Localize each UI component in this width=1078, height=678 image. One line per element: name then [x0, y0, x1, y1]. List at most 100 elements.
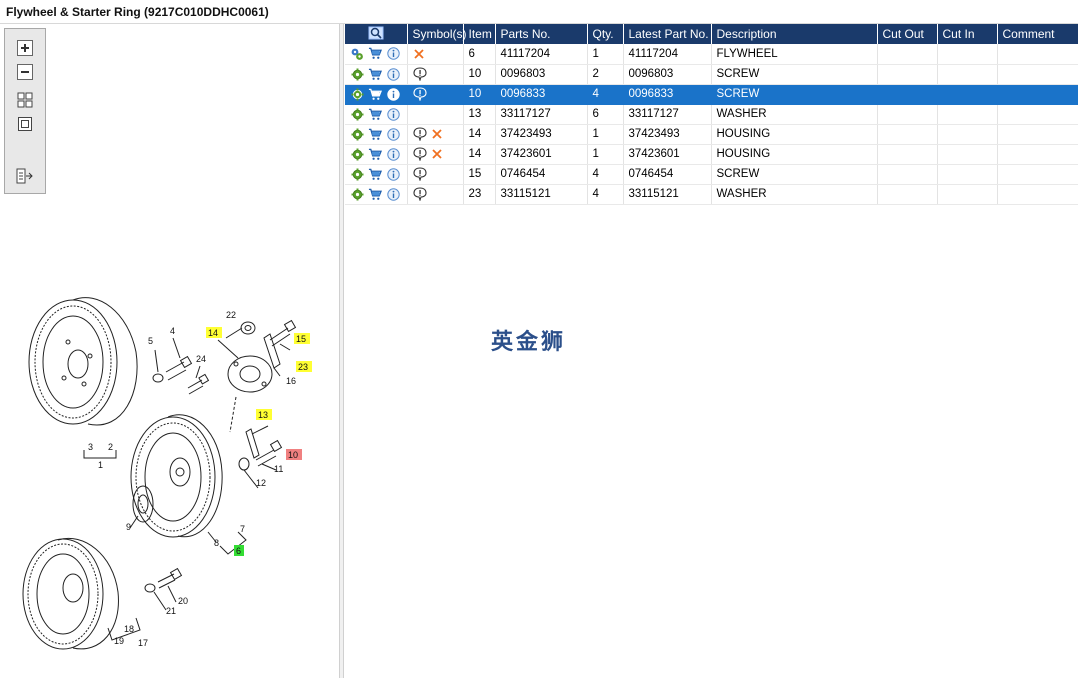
table-row[interactable]: 13 33117127 6 33117127 WASHER — [345, 104, 1078, 125]
info-button[interactable] — [386, 67, 400, 81]
configure-button[interactable] — [350, 107, 364, 121]
exploded-parts-diagram[interactable]: 22141554242316131011123 21987620211819 17 — [18, 292, 318, 662]
diagram-callout-8[interactable]: 8 — [214, 538, 219, 548]
callout-label: 8 — [214, 538, 219, 548]
configure-button[interactable] — [350, 187, 364, 201]
item-cell: 14 — [463, 144, 496, 165]
fit-window-button[interactable] — [15, 115, 35, 133]
info-icon — [386, 67, 400, 81]
info-button[interactable] — [386, 87, 400, 101]
column-header-latest-part-no[interactable]: Latest Part No. — [623, 24, 712, 44]
info-button[interactable] — [386, 167, 400, 181]
diagram-callout-10[interactable]: 10 — [286, 449, 302, 460]
symbols-cell[interactable] — [407, 64, 464, 85]
column-header-parts-no[interactable]: Parts No. — [495, 24, 588, 44]
info-button[interactable] — [386, 47, 400, 61]
diagram-callout-22[interactable]: 22 — [226, 310, 236, 320]
illustration-pane[interactable]: 22 14 15 5 4 24 23 16 13 10 11 12 3 2 1 9 8 7 6 20 21 18 19 17 — [0, 24, 340, 678]
diagram-callout-4[interactable]: 4 — [170, 326, 175, 336]
diagram-callout-15[interactable]: 15 — [294, 333, 310, 344]
symbols-cell[interactable] — [407, 44, 464, 65]
symbols-cell[interactable] — [407, 184, 464, 205]
diagram-callout-14[interactable]: 14 — [206, 327, 222, 338]
table-row[interactable]: 14 37423601 1 37423601 HOUSING — [345, 144, 1078, 165]
zoom-in-button[interactable] — [15, 39, 35, 57]
diagram-callout-16[interactable]: 16 — [286, 376, 296, 386]
configure-button[interactable] — [350, 147, 364, 161]
diagram-callout-2[interactable]: 2 — [108, 442, 113, 452]
table-row[interactable]: 15 0746454 4 0746454 SCREW — [345, 164, 1078, 185]
qty-cell: 1 — [587, 44, 624, 65]
info-button[interactable] — [386, 127, 400, 141]
item-cell: 15 — [463, 164, 496, 185]
diagram-callout-23[interactable]: 23 — [296, 361, 312, 372]
pane-splitter[interactable] — [340, 24, 344, 678]
symbols-cell[interactable] — [407, 84, 464, 105]
add-to-cart-button[interactable] — [368, 87, 382, 101]
row-actions-cell — [345, 124, 408, 145]
symbols-cell[interactable] — [407, 144, 464, 165]
diagram-callout-24[interactable]: 24 — [196, 354, 206, 364]
diagram-callout-3[interactable]: 3 — [88, 442, 93, 452]
column-header-cut-out[interactable]: Cut Out — [877, 24, 938, 44]
table-row[interactable]: 10 0096833 4 0096833 SCREW — [345, 84, 1078, 105]
symbols-cell[interactable] — [407, 164, 464, 185]
diagram-callout-9[interactable]: 9 — [126, 522, 131, 532]
info-button[interactable] — [386, 147, 400, 161]
column-header-qty[interactable]: Qty. — [587, 24, 624, 44]
add-to-cart-button[interactable] — [368, 107, 382, 121]
info-button[interactable] — [386, 187, 400, 201]
diagram-callout-18[interactable]: 18 — [124, 624, 134, 634]
info-icon — [386, 127, 400, 141]
fit-all-button[interactable] — [15, 91, 35, 109]
diagram-callout-6[interactable]: 6 — [234, 545, 244, 556]
diagram-callout-11[interactable]: 11 — [274, 464, 283, 474]
configure-button[interactable] — [350, 47, 364, 61]
configure-button[interactable] — [350, 67, 364, 81]
diagram-callout-19[interactable]: 19 — [114, 636, 124, 646]
table-row[interactable]: 6 41117204 1 41117204 FLYWHEEL — [345, 44, 1078, 65]
table-row[interactable]: 23 33115121 4 33115121 WASHER — [345, 184, 1078, 205]
column-header-cut-in[interactable]: Cut In — [937, 24, 998, 44]
column-header-symbols[interactable]: Symbol(s) — [407, 24, 467, 44]
diagram-callout-20[interactable]: 20 — [178, 596, 188, 606]
diagram-callout-21[interactable]: 21 — [166, 606, 176, 616]
symbols-cell[interactable] — [407, 104, 464, 125]
info-button[interactable] — [386, 107, 400, 121]
add-to-cart-button[interactable] — [368, 67, 382, 81]
diagram-callout-13[interactable]: 13 — [256, 409, 272, 420]
qty-cell: 1 — [587, 144, 624, 165]
zoom-out-button[interactable] — [15, 63, 35, 81]
add-to-cart-button[interactable] — [368, 187, 382, 201]
diagram-callout-1[interactable]: 1 — [98, 460, 103, 470]
column-header-description[interactable]: Description — [711, 24, 878, 44]
parts-no-cell: 37423601 — [495, 144, 588, 165]
table-row[interactable]: 10 0096803 2 0096803 SCREW — [345, 64, 1078, 85]
symbols-cell[interactable] — [407, 124, 464, 145]
add-to-cart-button[interactable] — [368, 147, 382, 161]
cut-in-cell — [937, 144, 998, 165]
multi-gear-icon — [351, 48, 363, 60]
add-to-cart-button[interactable] — [368, 167, 382, 181]
configure-button[interactable] — [350, 167, 364, 181]
table-row[interactable]: 14 37423493 1 37423493 HOUSING — [345, 124, 1078, 145]
diagram-callout-12[interactable]: 12 — [256, 478, 266, 488]
column-header-item[interactable]: Item — [463, 24, 496, 44]
column-header-comment[interactable]: Comment — [997, 24, 1078, 44]
export-button[interactable] — [15, 167, 35, 185]
diagram-callout-5[interactable]: 5 — [148, 336, 153, 346]
add-to-cart-button[interactable] — [368, 47, 382, 61]
callout-label: 7 — [240, 524, 245, 534]
description-cell: SCREW — [711, 64, 878, 85]
note-pin-icon — [412, 127, 427, 141]
diagram-callout-17[interactable]: 17 — [138, 638, 148, 648]
configure-button[interactable] — [350, 127, 364, 141]
column-header-actions[interactable] — [345, 24, 408, 44]
diagram-callout-7[interactable]: 7 — [240, 524, 245, 534]
row-actions-cell — [345, 44, 408, 65]
row-actions-cell — [345, 144, 408, 165]
shopping-cart-icon — [368, 88, 382, 100]
add-to-cart-button[interactable] — [368, 127, 382, 141]
configure-button[interactable] — [350, 87, 364, 101]
fit-window-icon — [18, 117, 32, 131]
